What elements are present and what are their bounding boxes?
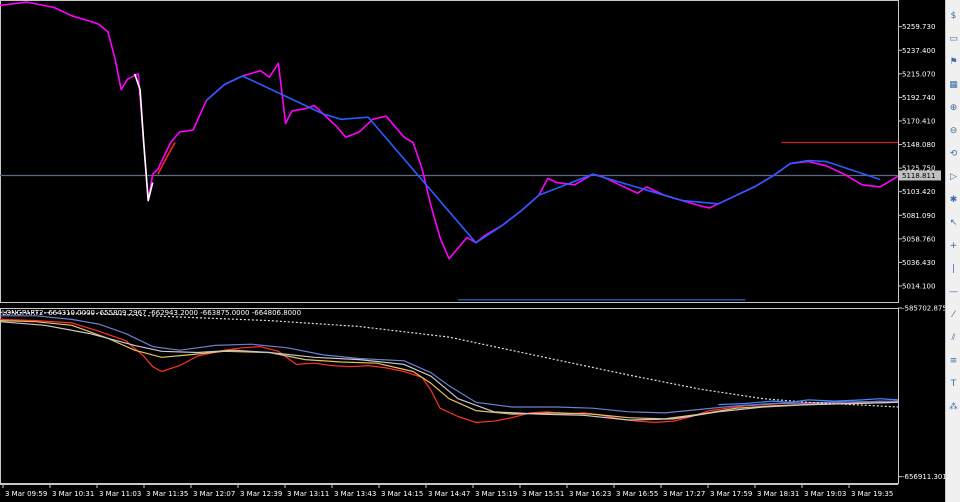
lightbulb-icon[interactable]: ✱ — [947, 194, 960, 207]
time-tick-label: 3 Mar 19:35 — [851, 490, 893, 498]
vertical-line-icon[interactable]: | — [947, 263, 960, 276]
indicator-pane[interactable]: -585702.8752 -656911.3015 LONGPART2 -66431… — [0, 305, 945, 484]
time-axis: 3 Mar 09:59 3 Mar 10:31 3 Mar 11:03 3 Mar 1… — [0, 484, 898, 498]
time-tick-label: 3 Mar 16:23 — [569, 490, 611, 498]
time-tick-label: 3 Mar 14:15 — [381, 490, 423, 498]
y-tick-label: 5014.100 — [902, 283, 935, 291]
time-tick-label: 3 Mar 12:39 — [240, 490, 282, 498]
series-line — [133, 73, 154, 202]
y-tick-label: 5170.410 — [902, 117, 935, 125]
right-toolbar: $ ▭ ⚑ ▦ ⊕ ⊖ ⟲ ▷ ✱ ↖ + | — ⁄ ⫽ ≡ T ⁂ — [945, 0, 960, 502]
time-tick-label: 3 Mar 14:47 — [428, 490, 470, 498]
history-icon[interactable]: ⟲ — [947, 148, 960, 161]
time-tick-label: 3 Mar 13:43 — [334, 490, 376, 498]
crosshair-icon[interactable]: + — [947, 240, 960, 253]
y-tick-label: 5103.420 — [902, 188, 935, 196]
series-line — [0, 1, 899, 260]
time-tick-label: 3 Mar 15:19 — [475, 490, 517, 498]
time-tick-label: 3 Mar 12:07 — [193, 490, 235, 498]
chart-canvas[interactable]: 5259.730 5237.400 5215.070 5192.740 5170.410… — [0, 0, 945, 502]
y-tick-label: 5148.080 — [902, 141, 935, 149]
y-tick-label: 5215.070 — [902, 70, 935, 78]
indicator-title: LONGPART2 -664310.0000 -655809.2967 -662… — [2, 309, 301, 317]
play-icon[interactable]: ▷ — [947, 171, 960, 184]
pane-frame — [0, 308, 899, 484]
time-tick-label: 3 Mar 10:31 — [52, 490, 94, 498]
text-icon[interactable]: T — [947, 378, 960, 391]
time-tick-label: 3 Mar 15:51 — [522, 490, 564, 498]
time-tick-label: 3 Mar 19:03 — [804, 490, 846, 498]
y-tick-label: -656911.3015 — [902, 473, 945, 481]
y-tick-label: 5081.090 — [902, 212, 935, 220]
shapes-icon[interactable]: ⁂ — [947, 401, 960, 414]
zoom-in-icon[interactable]: ⊕ — [947, 102, 960, 115]
signal-icon[interactable]: ⚑ — [947, 56, 960, 69]
time-tick-label: 3 Mar 09:59 — [5, 490, 47, 498]
trendline-icon[interactable]: ⁄ — [947, 309, 960, 322]
time-tick-label: 3 Mar 17:27 — [663, 490, 705, 498]
y-tick-label: 5192.740 — [902, 94, 935, 102]
cursor-icon[interactable]: ↖ — [947, 217, 960, 230]
time-tick-label: 3 Mar 11:03 — [99, 490, 141, 498]
time-tick-label: 3 Mar 16:55 — [616, 490, 658, 498]
time-tick-label: 3 Mar 17:59 — [710, 490, 752, 498]
zoom-out-icon[interactable]: ⊖ — [947, 125, 960, 138]
time-tick-label: 3 Mar 18:31 — [757, 490, 799, 498]
dollar-icon[interactable]: $ — [947, 10, 960, 23]
y-tick-label: 5058.760 — [902, 235, 935, 243]
grid-icon[interactable]: ▦ — [947, 79, 960, 92]
time-tick-label: 3 Mar 13:11 — [287, 490, 329, 498]
y-tick-label: 5036.430 — [902, 259, 935, 267]
current-price-label: 5118.811 — [902, 172, 935, 180]
series-line — [0, 311, 899, 408]
y-tick-label: 5237.400 — [902, 47, 935, 55]
channel-icon[interactable]: ⫽ — [947, 332, 960, 345]
series-line — [0, 321, 899, 421]
horizontal-line-icon[interactable]: — — [947, 286, 960, 299]
folder-icon[interactable]: ▭ — [947, 33, 960, 46]
series-line — [157, 142, 176, 175]
time-tick-label: 3 Mar 11:35 — [146, 490, 188, 498]
fibonacci-icon[interactable]: ≡ — [947, 355, 960, 368]
y-tick-label: 5259.730 — [902, 23, 935, 31]
price-pane[interactable]: 5259.730 5237.400 5215.070 5192.740 5170.410… — [0, 0, 941, 303]
series-line — [205, 75, 881, 244]
y-tick-label: -585702.8752 — [902, 305, 945, 313]
